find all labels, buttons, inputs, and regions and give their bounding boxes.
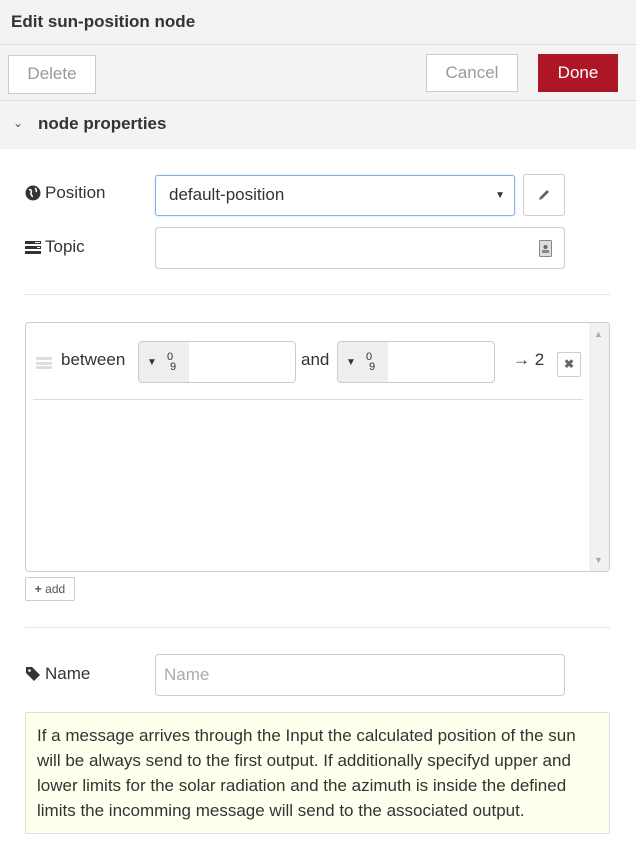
done-button[interactable]: Done	[538, 54, 618, 92]
position-label-text: Position	[45, 183, 106, 202]
rules-list: between ▼ 0 9 and ▼ 0 9 → 2 ✖ ▲ ▼	[25, 322, 610, 572]
topic-label-text: Topic	[45, 237, 85, 256]
position-label: Position	[25, 183, 105, 203]
type-selector[interactable]: ▼ 0 9	[338, 342, 388, 382]
globe-icon	[25, 185, 41, 201]
number-type-icon: 0 9	[366, 351, 376, 373]
section-label: node properties	[38, 114, 167, 133]
position-select-value: default-position	[169, 185, 285, 204]
caret-down-icon: ▼	[147, 357, 157, 368]
topic-input[interactable]	[155, 227, 565, 269]
topic-label: Topic	[25, 237, 85, 257]
remove-rule-button[interactable]: ✖	[557, 352, 581, 377]
tasks-icon	[25, 241, 41, 254]
rule-joiner: and	[301, 350, 330, 369]
plus-icon: +	[34, 582, 42, 596]
close-icon: ✖	[563, 357, 575, 371]
divider	[25, 627, 610, 628]
delete-button[interactable]: Delete	[8, 55, 96, 94]
help-tip: If a message arrives through the Input t…	[25, 712, 610, 834]
cancel-button[interactable]: Cancel	[426, 54, 518, 92]
rule-output: → 2	[513, 350, 545, 369]
row-divider	[33, 399, 583, 400]
scrollbar[interactable]: ▲ ▼	[589, 323, 609, 571]
tag-icon	[26, 667, 40, 681]
rule-row: between ▼ 0 9 and ▼ 0 9 → 2 ✖	[26, 323, 591, 400]
contact-card-icon[interactable]	[539, 240, 552, 257]
add-label: add	[45, 582, 66, 596]
upper-limit-input[interactable]: ▼ 0 9	[337, 341, 495, 383]
scroll-up-icon[interactable]: ▲	[594, 329, 603, 339]
edit-position-button[interactable]	[523, 174, 565, 216]
lower-limit-input[interactable]: ▼ 0 9	[138, 341, 296, 383]
name-label-text: Name	[45, 664, 91, 683]
caret-down-icon: ▼	[495, 190, 505, 201]
caret-down-icon: ▼	[346, 357, 356, 368]
number-type-icon: 0 9	[167, 351, 177, 373]
drag-handle-icon[interactable]	[36, 357, 52, 369]
position-select[interactable]: default-position ▼	[155, 175, 515, 216]
scroll-down-icon[interactable]: ▼	[594, 555, 603, 565]
dialog-title: Edit sun-position node	[11, 12, 196, 31]
type-selector[interactable]: ▼ 0 9	[139, 342, 189, 382]
chevron-down-icon[interactable]: ⌄	[13, 116, 23, 130]
name-label: Name	[25, 664, 90, 684]
name-input[interactable]	[155, 654, 565, 696]
divider	[25, 294, 610, 295]
add-rule-button[interactable]: + add	[25, 577, 75, 601]
pencil-icon	[539, 190, 549, 200]
rule-prefix: between	[61, 350, 126, 369]
